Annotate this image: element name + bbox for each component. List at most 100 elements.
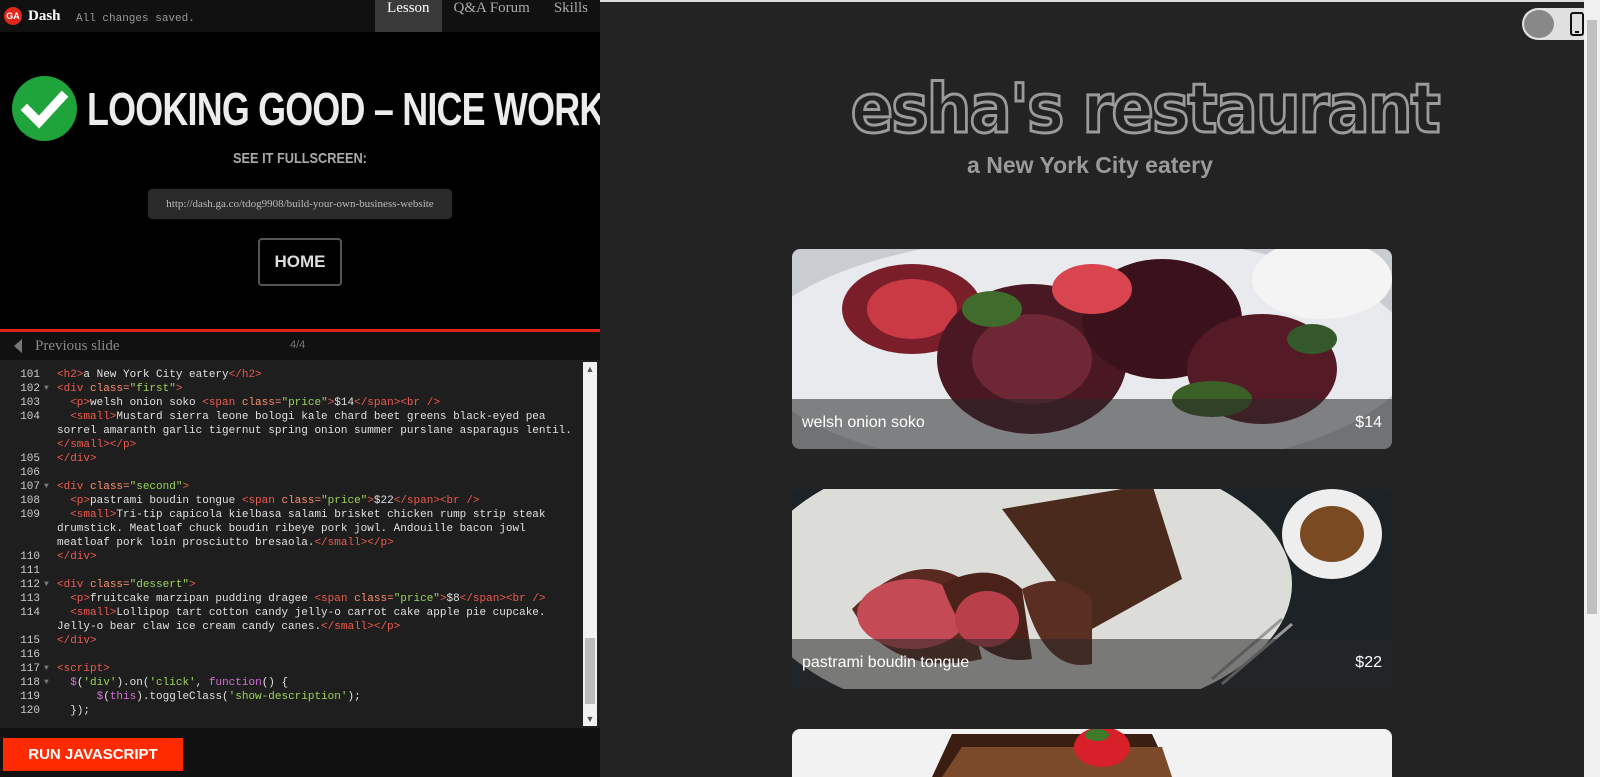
menu-item-name: pastrami boudin tongue: [802, 654, 970, 671]
slide-nav: Previous slide 4/4: [0, 332, 600, 360]
fold-arrow-icon[interactable]: ▼: [44, 676, 49, 690]
code-line[interactable]: 101 <h2>a New York City eatery</h2>: [0, 368, 585, 382]
code-text: </div>: [57, 551, 97, 563]
fold-arrow-icon[interactable]: ▼: [44, 662, 49, 676]
menu-item-name: welsh onion soko: [802, 414, 925, 431]
menu-item-caption: pastrami boudin tongue $22: [792, 639, 1392, 689]
code-line[interactable]: sorrel amaranth garlic tigernut spring o…: [0, 424, 585, 438]
code-line[interactable]: Jelly-o bear claw ice cream candy canes.…: [0, 620, 585, 634]
tab-lesson[interactable]: Lesson: [375, 0, 442, 32]
code-line[interactable]: 103 <p>welsh onion soko <span class="pri…: [0, 396, 585, 410]
code-line[interactable]: 112 ▼ <div class="dessert">: [0, 578, 585, 592]
line-number: 115: [20, 635, 40, 647]
code-text: $('div').on('click', function() {: [70, 677, 289, 689]
fold-arrow-icon[interactable]: ▼: [44, 578, 49, 592]
run-javascript-button[interactable]: RUN JAVASCRIPT: [3, 738, 183, 771]
code-text: });: [57, 705, 91, 717]
code-text: <div class="first">: [57, 383, 183, 395]
code-text: </small></p>: [57, 439, 137, 451]
code-line[interactable]: 119 $(this).toggleClass('show-descriptio…: [0, 690, 585, 704]
top-bar: GA Dash All changes saved. Lesson Q&A Fo…: [0, 0, 600, 32]
ga-logo-icon[interactable]: GA: [4, 7, 22, 25]
mobile-phone-icon[interactable]: [1570, 12, 1584, 36]
code-line[interactable]: 102 ▼ <div class="first">: [0, 382, 585, 396]
code-text: <small>Mustard sierra leone bologi kale …: [70, 411, 546, 423]
code-line[interactable]: 113 <p>fruitcake marzipan pudding dragee…: [0, 592, 585, 606]
code-line[interactable]: 110 </div>: [0, 550, 585, 564]
code-line[interactable]: 105 </div>: [0, 452, 585, 466]
preview-scroll-thumb[interactable]: [1587, 20, 1597, 614]
menu-item-price: $22: [1355, 654, 1382, 671]
lesson-panel: GA Dash All changes saved. Lesson Q&A Fo…: [0, 0, 616, 777]
line-number: 108: [20, 495, 40, 507]
restaurant-subtitle: a New York City eatery: [967, 152, 1213, 178]
restaurant-title: esha's restaurant: [849, 69, 1442, 151]
menu-item-caption: welsh onion soko $14: [792, 399, 1392, 449]
code-text: <script>: [57, 663, 110, 675]
fold-arrow-icon[interactable]: ▼: [44, 382, 49, 396]
code-line[interactable]: 114 <small>Lollipop tart cotton candy je…: [0, 606, 585, 620]
code-text: <p>fruitcake marzipan pudding dragee <sp…: [70, 593, 546, 605]
code-line[interactable]: 118 ▼ $('div').on('click', function() {: [0, 676, 585, 690]
code-line[interactable]: 117 ▼ <script>: [0, 662, 585, 676]
code-editor[interactable]: ▲ ▼ 101 <h2>a New York City eatery</h2> 10…: [0, 360, 600, 728]
fullscreen-url[interactable]: http://dash.ga.co/tdog9908/build-your-ow…: [148, 189, 452, 219]
line-number: 117: [20, 663, 40, 675]
menu-item-price: $14: [1355, 414, 1382, 431]
line-number: 114: [20, 607, 40, 619]
previous-slide-link[interactable]: Previous slide: [35, 338, 120, 355]
line-number: 104: [20, 411, 40, 423]
line-number: 116: [20, 649, 40, 661]
line-number: 103: [20, 397, 40, 409]
app-title[interactable]: Dash: [28, 8, 61, 25]
code-line[interactable]: 111: [0, 564, 585, 578]
checkmark-icon: [12, 76, 77, 141]
home-button[interactable]: HOME: [258, 238, 342, 286]
fold-arrow-icon[interactable]: ▼: [44, 480, 49, 494]
editor-scrollbar[interactable]: ▲ ▼: [583, 362, 597, 726]
code-line[interactable]: drumstick. Meatloaf chuck boudin ribeye …: [0, 522, 585, 536]
code-text: </div>: [57, 453, 97, 465]
chevron-left-icon[interactable]: [14, 339, 22, 353]
success-headline: LOOKING GOOD – NICE WORK!: [87, 83, 616, 135]
toggle-icon[interactable]: [1524, 10, 1554, 38]
line-number: 120: [20, 705, 40, 717]
code-line[interactable]: 115 </div>: [0, 634, 585, 648]
code-text: <div class="second">: [57, 481, 190, 493]
preview-panel: esha's restaurant a New York City eatery…: [600, 0, 1600, 777]
code-text: <small>Tri-tip capicola kielbasa salami …: [70, 509, 546, 521]
code-line[interactable]: 107 ▼ <div class="second">: [0, 480, 585, 494]
scroll-up-icon[interactable]: ▲: [583, 362, 597, 376]
fullscreen-label: SEE IT FULLSCREEN:: [233, 150, 367, 167]
line-number: 119: [20, 691, 40, 703]
code-text: drumstick. Meatloaf chuck boudin ribeye …: [57, 523, 526, 535]
success-panel: LOOKING GOOD – NICE WORK! SEE IT FULLSCR…: [0, 32, 616, 329]
code-text: $(this).toggleClass('show-description');: [96, 691, 361, 703]
code-line[interactable]: 106: [0, 466, 585, 480]
menu-item-first[interactable]: welsh onion soko $14: [792, 249, 1392, 449]
line-number: 112: [20, 579, 40, 591]
editor-scroll-thumb[interactable]: [585, 638, 595, 704]
dessert-dish-image: [792, 729, 1392, 777]
menu-item-second[interactable]: pastrami boudin tongue $22: [792, 489, 1392, 689]
code-line[interactable]: 104 <small>Mustard sierra leone bologi k…: [0, 410, 585, 424]
tab-skills[interactable]: Skills: [542, 0, 600, 32]
code-line[interactable]: 108 <p>pastrami boudin tongue <span clas…: [0, 494, 585, 508]
code-text: </div>: [57, 635, 97, 647]
code-line[interactable]: 109 <small>Tri-tip capicola kielbasa sal…: [0, 508, 585, 522]
line-number: 105: [20, 453, 40, 465]
tab-qa-forum[interactable]: Q&A Forum: [442, 0, 542, 32]
line-number: 101: [20, 369, 40, 381]
code-line[interactable]: 120 });: [0, 704, 585, 718]
code-text: Jelly-o bear claw ice cream candy canes.…: [57, 621, 401, 633]
line-number: 110: [20, 551, 40, 563]
scroll-down-icon[interactable]: ▼: [583, 712, 597, 726]
code-text: <h2>a New York City eatery</h2>: [57, 369, 262, 381]
slide-counter: 4/4: [290, 339, 306, 351]
menu-item-dessert[interactable]: [792, 729, 1392, 777]
code-line[interactable]: meatloaf pork loin prosciutto bresaola.<…: [0, 536, 585, 550]
preview-scrollbar[interactable]: [1584, 0, 1600, 777]
line-number: 118: [20, 677, 40, 689]
code-line[interactable]: 116: [0, 648, 585, 662]
code-line[interactable]: </small></p>: [0, 438, 585, 452]
